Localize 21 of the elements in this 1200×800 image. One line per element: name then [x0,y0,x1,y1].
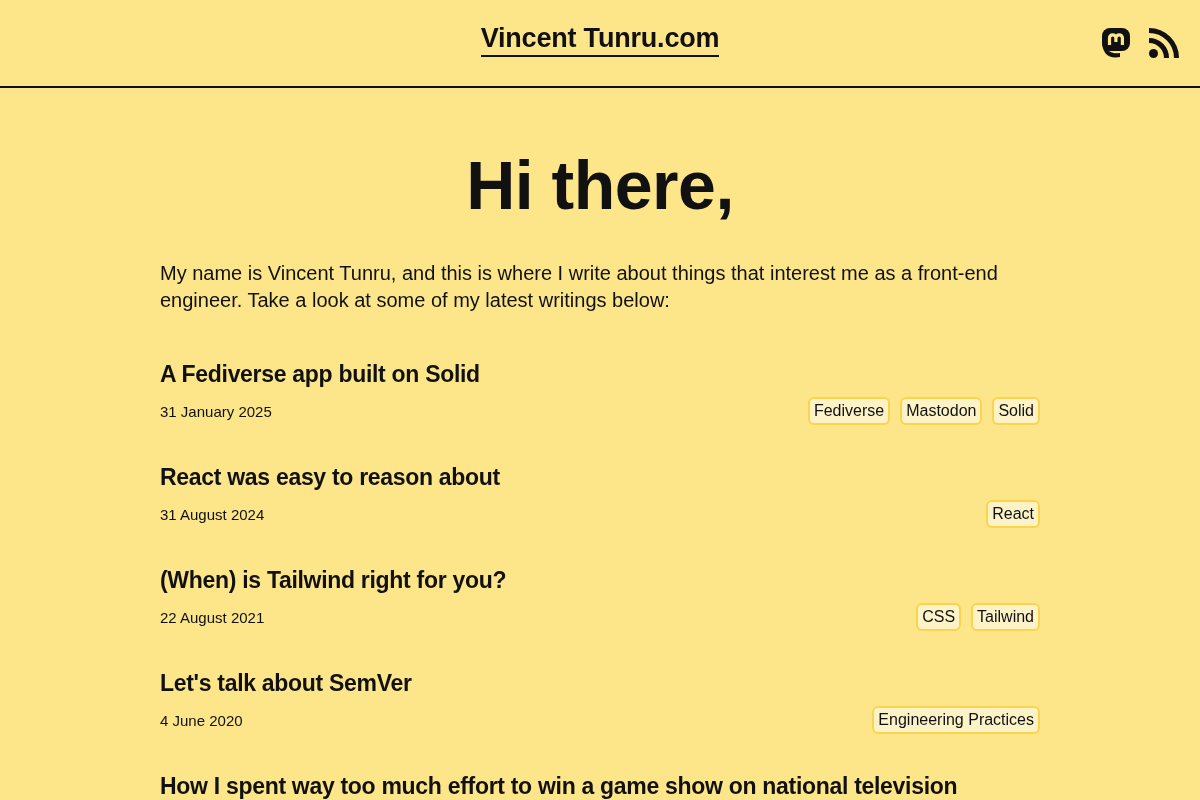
tag[interactable]: Tailwind [971,603,1040,631]
tag[interactable]: Fediverse [807,397,891,425]
post-title-link[interactable]: Let's talk about SemVer [160,669,1040,697]
m-bubble-icon[interactable] [1100,27,1132,59]
rss-feed-icon[interactable] [1148,27,1180,59]
post-title-link[interactable]: React was easy to reason about [160,463,1040,491]
post-title-link[interactable]: How I spent way too much effort to win a game show on national television [160,772,1040,800]
tag[interactable]: Mastodon [900,397,983,425]
tag[interactable]: React [986,500,1040,528]
post-title-link[interactable]: (When) is Tailwind right for you? [160,566,1040,594]
tag[interactable]: CSS [916,603,962,631]
tag[interactable]: Solid [992,397,1040,425]
intro-text: My name is Vincent Tunru, and this is where I write about things that interest me as a front-end engineer. Take a look at some of my latest writings below: [160,261,999,313]
page-heading: Hi there, [465,146,735,225]
post-date: 4 June 2020 [160,711,243,729]
post-date: 31 January 2025 [160,402,272,420]
post-title-link[interactable]: A Fediverse app built on Solid [160,360,1040,388]
tag[interactable]: Engineering Practices [872,706,1040,734]
post-date: 31 August 2024 [160,505,265,523]
post-date: 22 August 2021 [160,608,265,626]
site-title-link[interactable]: Vincent Tunru.com [480,23,720,57]
